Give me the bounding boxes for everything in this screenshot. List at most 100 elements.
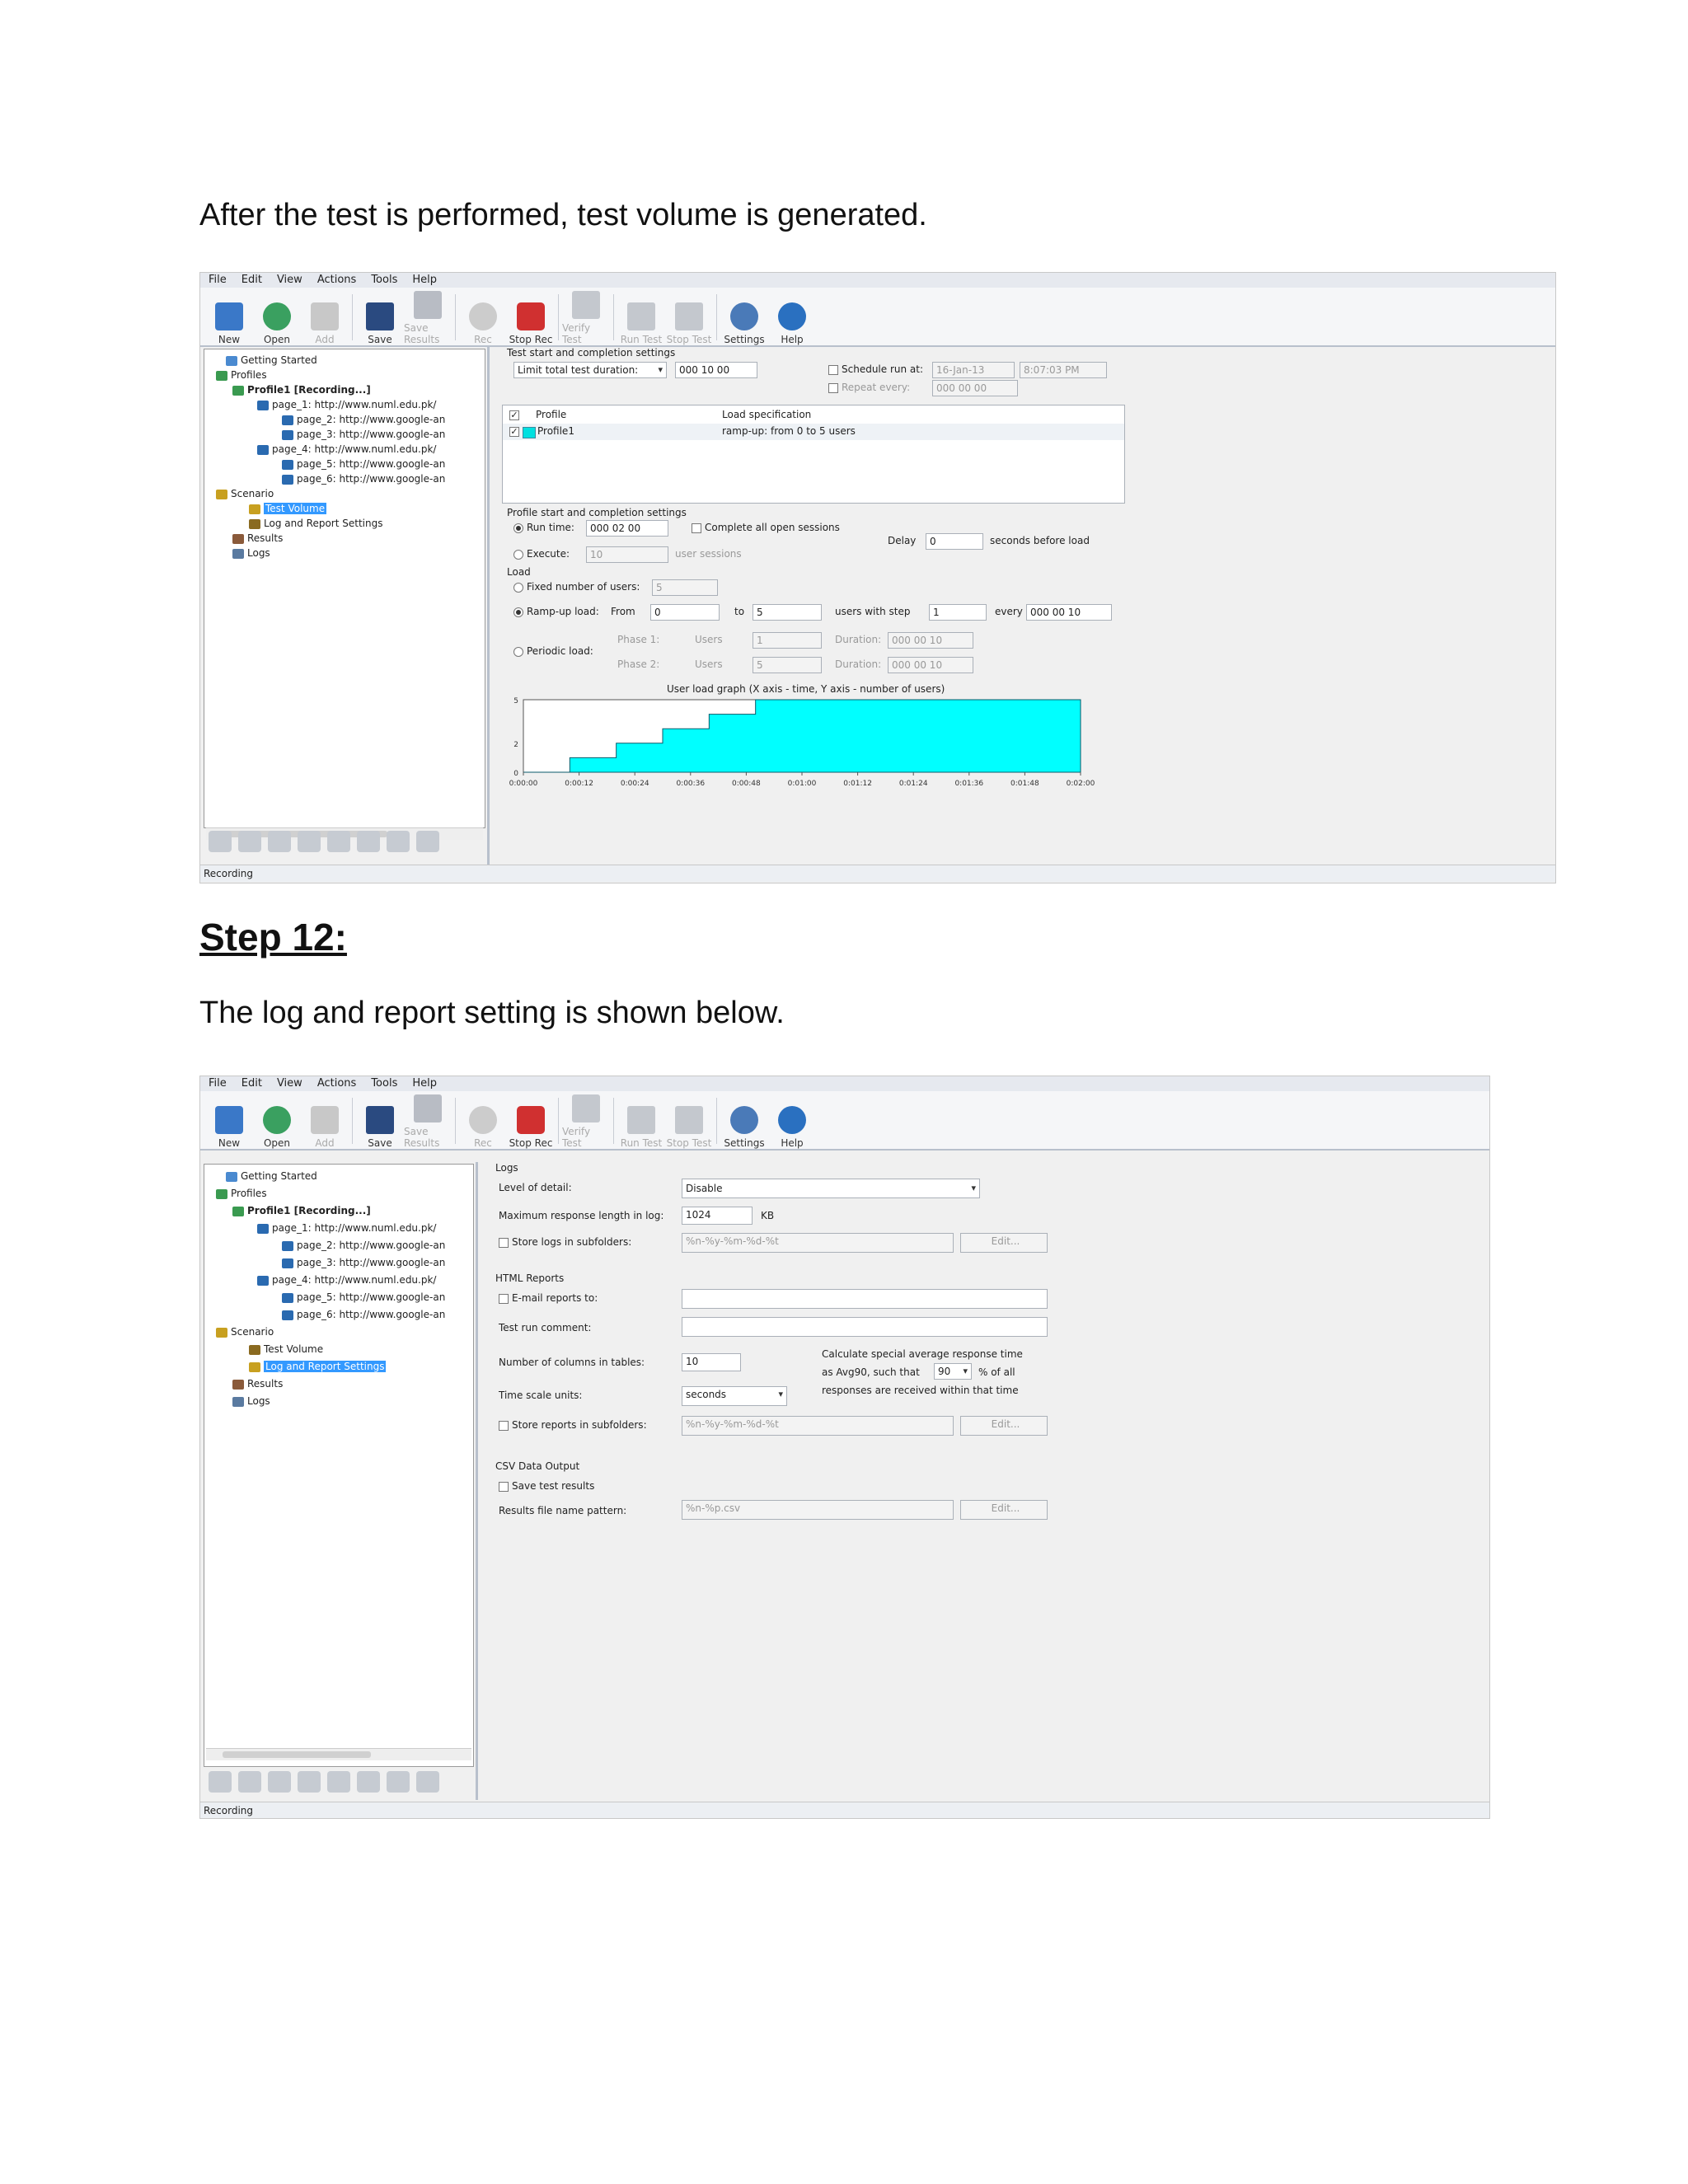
tree-item-scenario[interactable]: Scenario (208, 1324, 473, 1341)
tree-item-results[interactable]: Results (208, 531, 485, 546)
tree-item-page1[interactable]: page_1: http://www.numl.edu.pk/ (208, 397, 485, 412)
rec-button[interactable]: Rec (459, 1094, 507, 1149)
open-button[interactable]: Open (253, 1094, 301, 1149)
email-reports-input[interactable] (682, 1289, 1048, 1309)
fixed-users-radio[interactable] (513, 583, 523, 593)
settings-button[interactable]: Settings (720, 291, 768, 345)
repeat-checkbox[interactable] (828, 383, 838, 393)
row-checkbox[interactable]: ✓ (509, 427, 519, 437)
tree-item-page3[interactable]: page_3: http://www.google-an (208, 1254, 473, 1272)
tree-item-getting-started[interactable]: Getting Started (208, 353, 485, 368)
tree-item-page1[interactable]: page_1: http://www.numl.edu.pk/ (208, 1220, 473, 1237)
execute-input[interactable]: 10 (586, 546, 668, 563)
profile-action-icon[interactable] (238, 831, 261, 852)
help-button[interactable]: Help (768, 291, 816, 345)
reports-edit-button[interactable]: Edit... (960, 1416, 1048, 1436)
new-button[interactable]: New (205, 1094, 253, 1149)
avg-percent-select[interactable]: 90 (934, 1363, 972, 1380)
panel-splitter[interactable] (487, 347, 490, 865)
rec-button[interactable]: Rec (459, 291, 507, 345)
settings-button[interactable]: Settings (720, 1094, 768, 1149)
save-results-button[interactable]: Save Results (404, 291, 452, 345)
tree-item-page5[interactable]: page_5: http://www.google-an (208, 457, 485, 471)
tree-item-getting-started[interactable]: Getting Started (208, 1168, 473, 1185)
level-of-detail-select[interactable]: Disable (682, 1179, 980, 1198)
tree-item-results[interactable]: Results (208, 1376, 473, 1393)
profile-action-icon[interactable] (209, 831, 232, 852)
email-reports-checkbox[interactable] (499, 1294, 509, 1304)
tree-item-logs[interactable]: Logs (208, 1393, 473, 1410)
panel-splitter[interactable] (476, 1162, 478, 1800)
reports-folder-pattern-input[interactable]: %n-%y-%m-%d-%t (682, 1416, 954, 1436)
phase2-duration-input[interactable]: 000 00 10 (888, 657, 973, 673)
new-button[interactable]: New (205, 291, 253, 345)
menu-help[interactable]: Help (412, 273, 437, 288)
stop-test-button[interactable]: Stop Test (665, 291, 713, 345)
menu-help[interactable]: Help (412, 1076, 437, 1091)
tree-item-scenario[interactable]: Scenario (208, 486, 485, 501)
columns-input[interactable]: 10 (682, 1353, 741, 1371)
monitor-action-icon[interactable] (357, 831, 380, 852)
tree-item-profile1[interactable]: Profile1 [Recording...] (208, 382, 485, 397)
group-action-icon[interactable] (298, 831, 321, 852)
settings-action-icon[interactable] (416, 1771, 439, 1793)
file-pattern-edit-button[interactable]: Edit... (960, 1500, 1048, 1520)
settings-action-icon[interactable] (416, 831, 439, 852)
store-reports-checkbox[interactable] (499, 1421, 509, 1431)
tree-item-log-report[interactable]: Log and Report Settings (208, 1358, 473, 1376)
to-input[interactable]: 5 (753, 604, 822, 621)
tree-item-page5[interactable]: page_5: http://www.google-an (208, 1289, 473, 1306)
phase2-users-input[interactable]: 5 (753, 657, 822, 673)
stop-rec-button[interactable]: Stop Rec (507, 1094, 555, 1149)
stop-rec-button[interactable]: Stop Rec (507, 291, 555, 345)
phase1-duration-input[interactable]: 000 00 10 (888, 632, 973, 649)
menu-file[interactable]: File (209, 273, 227, 288)
schedule-checkbox[interactable] (828, 365, 838, 375)
menu-view[interactable]: View (277, 1076, 302, 1091)
test-run-comment-input[interactable] (682, 1317, 1048, 1337)
tree-item-page2[interactable]: page_2: http://www.google-an (208, 412, 485, 427)
verify-test-button[interactable]: Verify Test (562, 291, 610, 345)
logs-folder-pattern-input[interactable]: %n-%y-%m-%d-%t (682, 1233, 954, 1253)
every-input[interactable]: 000 00 10 (1026, 604, 1112, 621)
tree-item-profile1[interactable]: Profile1 [Recording...] (208, 1202, 473, 1220)
tree-item-page6[interactable]: page_6: http://www.google-an (208, 1306, 473, 1324)
tree-horizontal-scrollbar[interactable] (206, 1748, 471, 1760)
tree-item-test-volume[interactable]: Test Volume (208, 501, 485, 516)
group-action-icon[interactable] (268, 1771, 291, 1793)
tree-item-logs[interactable]: Logs (208, 546, 485, 560)
menu-file[interactable]: File (209, 1076, 227, 1091)
complete-sessions-checkbox[interactable] (692, 523, 701, 533)
tree-item-page4[interactable]: page_4: http://www.numl.edu.pk/ (208, 1272, 473, 1289)
run-time-radio[interactable] (513, 523, 523, 533)
help-button[interactable]: Help (768, 1094, 816, 1149)
save-results-button[interactable]: Save Results (404, 1094, 452, 1149)
from-input[interactable]: 0 (650, 604, 720, 621)
settings-action-icon[interactable] (387, 1771, 410, 1793)
save-results-checkbox[interactable] (499, 1482, 509, 1492)
profile-action-icon[interactable] (238, 1771, 261, 1793)
tree-item-profiles[interactable]: Profiles (208, 368, 485, 382)
stop-test-button[interactable]: Stop Test (665, 1094, 713, 1149)
tree-item-page3[interactable]: page_3: http://www.google-an (208, 427, 485, 442)
menu-edit[interactable]: Edit (241, 1076, 262, 1091)
run-test-button[interactable]: Run Test (617, 291, 665, 345)
header-checkbox[interactable]: ✓ (509, 410, 519, 420)
duration-select[interactable]: Limit total test duration: (513, 362, 667, 378)
scrollbar-thumb[interactable] (223, 1751, 371, 1758)
monitor-action-icon[interactable] (357, 1771, 380, 1793)
logs-edit-button[interactable]: Edit... (960, 1233, 1048, 1253)
max-response-length-input[interactable]: 1024 (682, 1207, 753, 1225)
monitor-action-icon[interactable] (327, 1771, 350, 1793)
phase1-users-input[interactable]: 1 (753, 632, 822, 649)
schedule-time-input[interactable]: 8:07:03 PM (1020, 362, 1107, 378)
repeat-input[interactable]: 000 00 00 (932, 380, 1018, 396)
run-test-button[interactable]: Run Test (617, 1094, 665, 1149)
menu-actions[interactable]: Actions (317, 1076, 357, 1091)
periodic-load-radio[interactable] (513, 647, 523, 657)
store-logs-checkbox[interactable] (499, 1238, 509, 1248)
save-button[interactable]: Save (356, 1094, 404, 1149)
delay-input[interactable]: 0 (926, 533, 983, 550)
tree-item-log-report[interactable]: Log and Report Settings (208, 516, 485, 531)
ramp-up-radio[interactable] (513, 607, 523, 617)
